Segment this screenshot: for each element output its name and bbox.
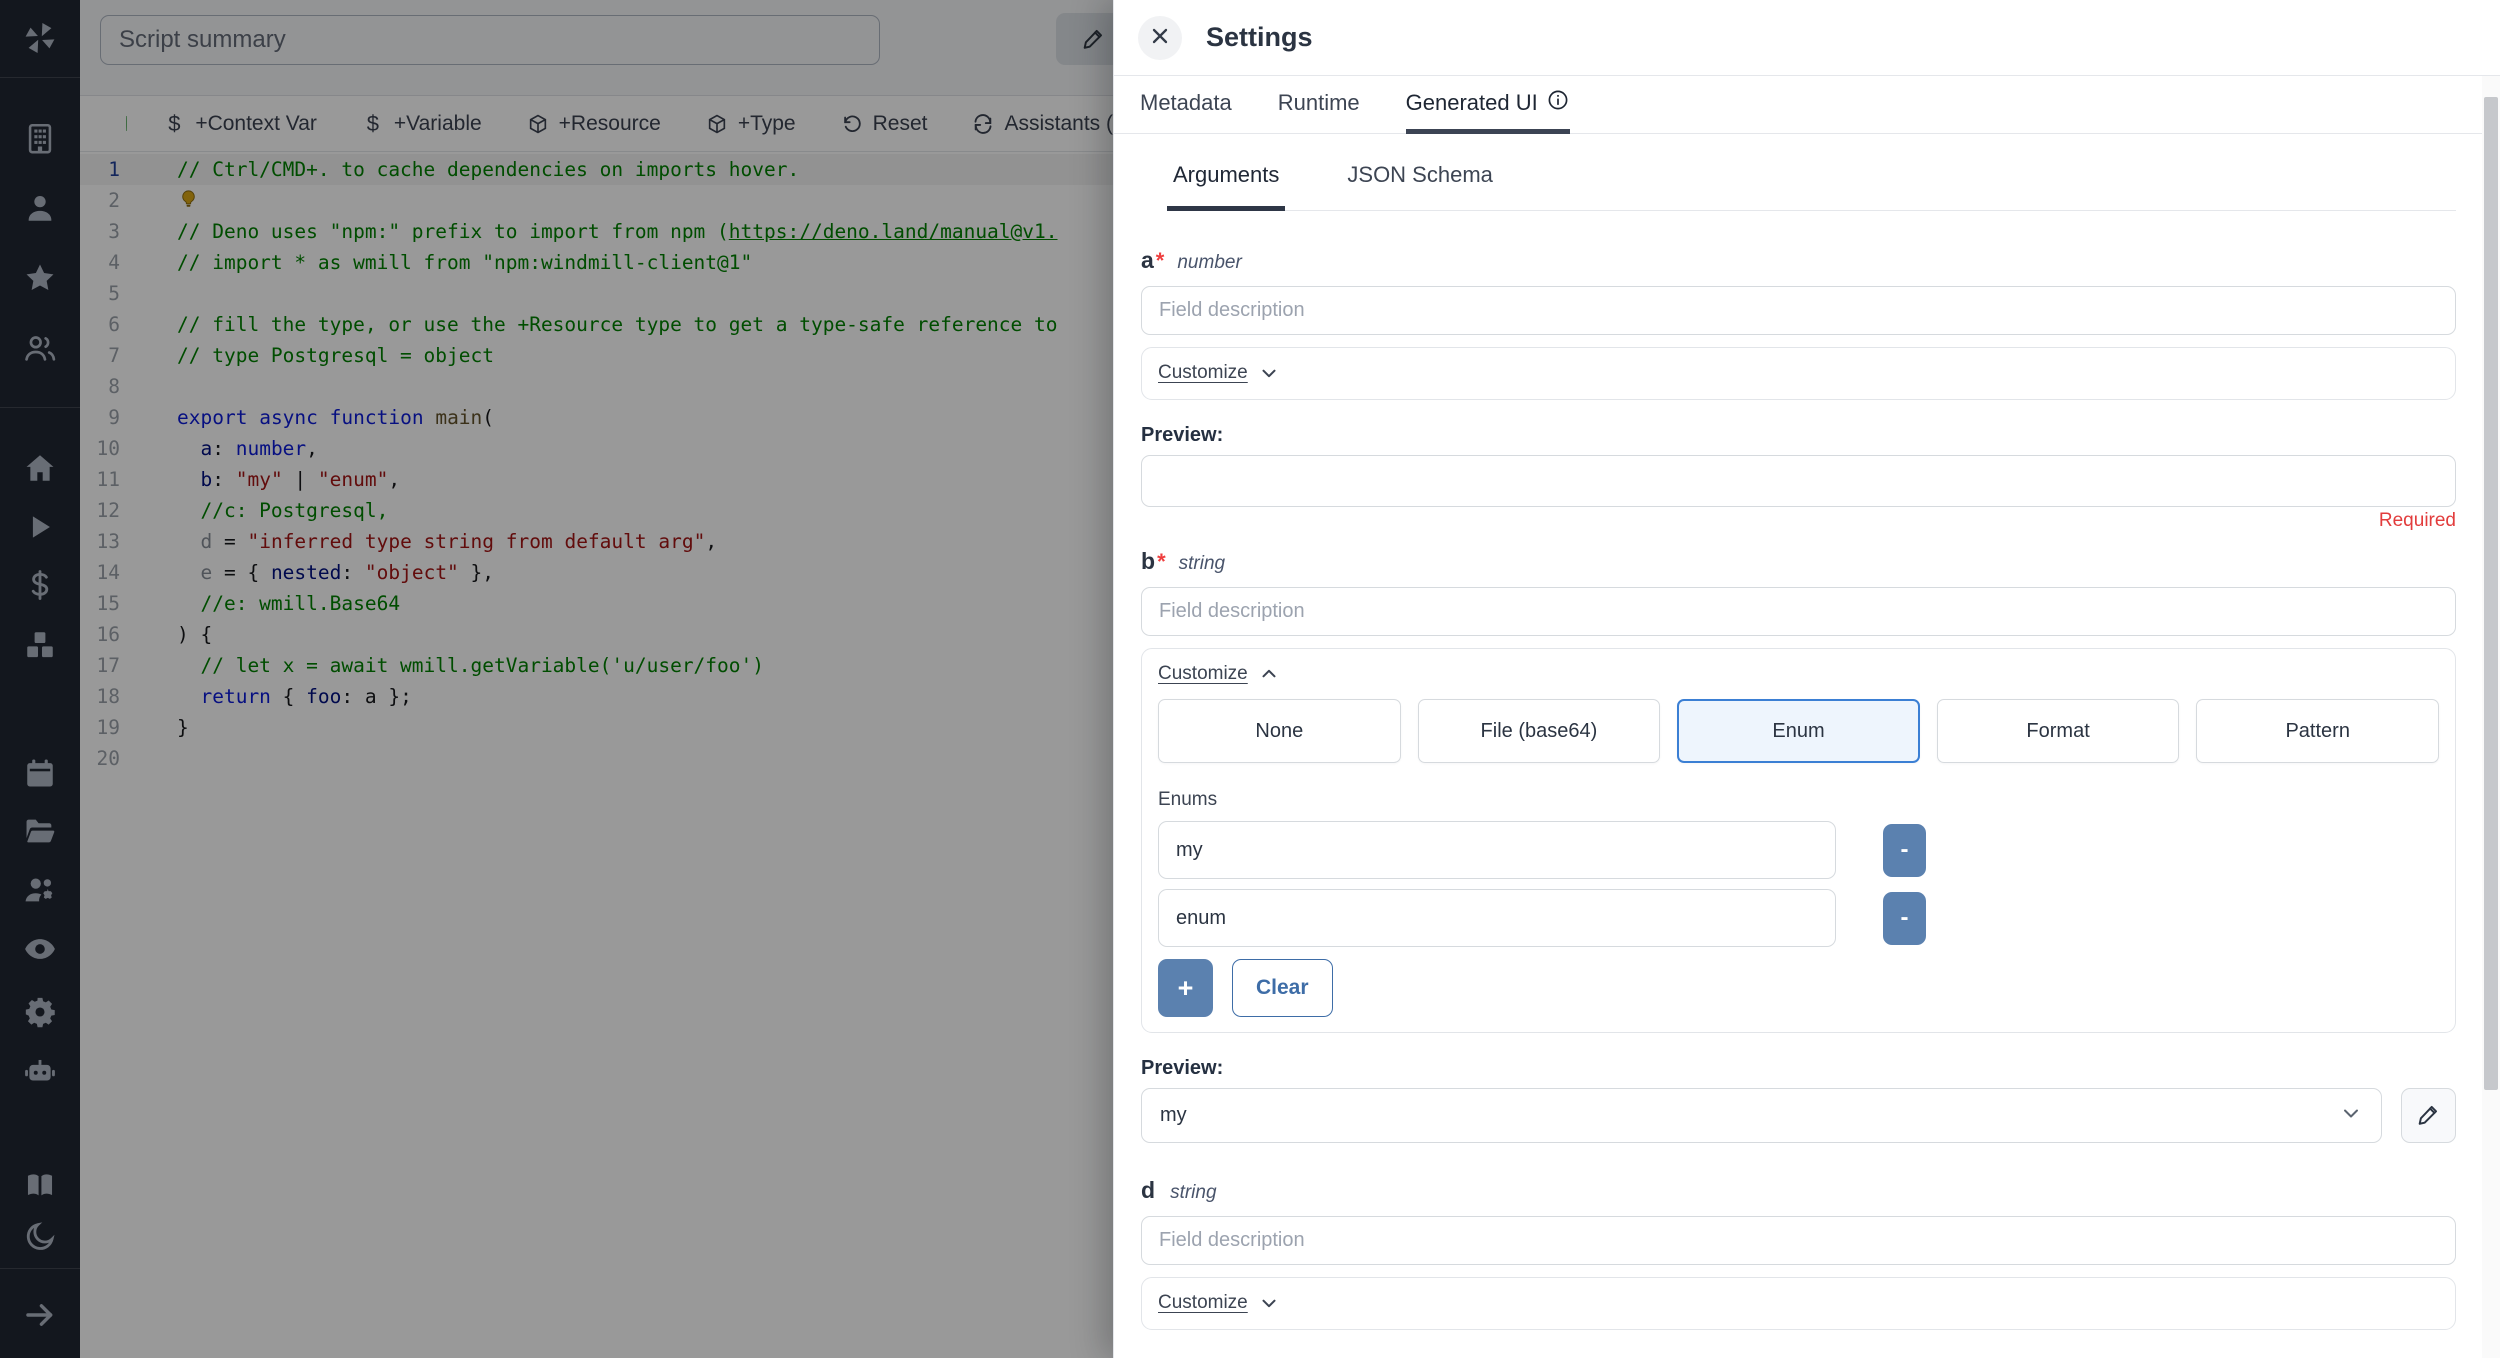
field-b-preview-label: Preview:	[1141, 1057, 1224, 1079]
subtab-arguments[interactable]: Arguments	[1167, 162, 1286, 211]
field-b-customize-toggle[interactable]: Customize	[1158, 663, 1280, 685]
clear-enums-button[interactable]: Clear	[1232, 959, 1333, 1017]
info-icon	[1546, 88, 1570, 118]
field-d-customize-box: Customize	[1141, 1277, 2456, 1330]
enums-label: Enums	[1158, 789, 1218, 810]
field-a-label: a * number	[1141, 247, 1242, 273]
variant-none-button[interactable]: None	[1158, 699, 1401, 763]
required-asterisk: *	[1155, 248, 1165, 273]
chevron-up-icon	[1258, 663, 1280, 685]
tab-runtime[interactable]: Runtime	[1278, 76, 1360, 134]
scrollbar-thumb[interactable]	[2484, 97, 2498, 1090]
field-b-description-input[interactable]	[1141, 587, 2456, 636]
field-b-preview-row: my	[1141, 1088, 2456, 1143]
remove-enum-button[interactable]: -	[1883, 823, 1926, 877]
remove-enum-button[interactable]: -	[1883, 891, 1926, 945]
field-a-preview-input[interactable]	[1141, 455, 2456, 507]
variant-pattern-button[interactable]: Pattern	[2196, 699, 2439, 763]
enum-row: -	[1158, 889, 2439, 947]
tab-metadata[interactable]: Metadata	[1140, 76, 1232, 134]
close-icon	[1148, 24, 1172, 51]
field-a-customize-box: Customize	[1141, 347, 2456, 400]
generated-ui-subtabs: Arguments JSON Schema	[1167, 162, 2456, 211]
field-a-type: number	[1177, 252, 1242, 273]
enum-value-input-1[interactable]	[1158, 821, 1836, 879]
field-d-label: d string	[1141, 1177, 1217, 1203]
pencil-icon	[2416, 1101, 2442, 1130]
field-b-section: b* string Customize None File (base64)	[1141, 548, 2456, 1143]
field-d-description-input[interactable]	[1141, 1216, 2456, 1265]
add-enum-button[interactable]: +	[1158, 959, 1213, 1017]
enum-value-input-2[interactable]	[1158, 889, 1836, 947]
variant-file-button[interactable]: File (base64)	[1417, 699, 1661, 763]
field-b-preview-select[interactable]: my	[1141, 1088, 2382, 1143]
panel-title: Settings	[1206, 22, 1313, 52]
string-variant-buttons: None File (base64) Enum Format Pattern	[1158, 699, 2439, 763]
field-d-type: string	[1170, 1182, 1217, 1203]
settings-tabs: Metadata Runtime Generated UI	[1114, 76, 2500, 134]
chevron-down-icon	[2339, 1101, 2363, 1131]
tab-generated-ui[interactable]: Generated UI	[1405, 76, 1570, 134]
app-window: $+Context Var$+Variable+Resource+TypeRes…	[0, 0, 2500, 1358]
field-b-type: string	[1178, 553, 1226, 574]
settings-panel: Settings Metadata Runtime Generated UI A…	[1113, 0, 2500, 1358]
enum-actions: + Clear	[1158, 959, 2439, 1017]
field-a-preview-label: Preview:	[1141, 424, 1224, 446]
enum-row: -	[1158, 821, 2439, 879]
field-d-customize-toggle[interactable]: Customize	[1158, 1292, 1280, 1314]
subtab-json-schema[interactable]: JSON Schema	[1341, 162, 1499, 211]
variant-format-button[interactable]: Format	[1936, 699, 2180, 763]
field-a-description-input[interactable]	[1141, 286, 2456, 335]
field-d-section: d string Customize	[1141, 1177, 2456, 1330]
required-asterisk: *	[1157, 549, 1166, 574]
modal-dim-overlay[interactable]	[0, 0, 1113, 1358]
settings-content: Arguments JSON Schema a* number Customiz…	[1114, 134, 2500, 1358]
panel-scrollbar[interactable]	[2482, 76, 2500, 1358]
chevron-down-icon	[1258, 1292, 1280, 1314]
field-b-label: b * string	[1141, 548, 1226, 574]
variant-enum-button[interactable]: Enum	[1677, 699, 1920, 763]
field-a-section: a* number Customize Preview: Required	[1141, 247, 2456, 532]
edit-preview-button[interactable]	[2401, 1088, 2456, 1143]
close-button[interactable]	[1138, 15, 1182, 60]
field-a-required-message: Required	[2378, 510, 2456, 531]
chevron-down-icon	[1258, 362, 1280, 384]
field-a-customize-toggle[interactable]: Customize	[1158, 362, 1280, 384]
field-b-customize-box: Customize None File (base64) Enum Format…	[1141, 648, 2456, 1033]
settings-header: Settings	[1114, 0, 2500, 76]
